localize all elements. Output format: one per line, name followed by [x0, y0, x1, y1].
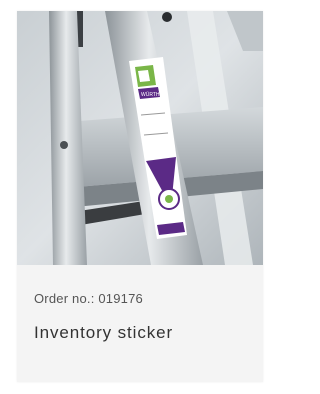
product-title[interactable]: Inventory sticker — [34, 323, 173, 343]
product-card[interactable]: WÜRTH Order no.: 019176 Inventory sticke… — [17, 11, 263, 382]
sticker-brand: WÜRTH — [141, 91, 160, 98]
order-value: 019176 — [98, 291, 143, 306]
order-label: Order no.: — [34, 291, 99, 306]
product-image[interactable]: WÜRTH — [17, 11, 263, 265]
order-number: Order no.: 019176 — [34, 291, 143, 306]
